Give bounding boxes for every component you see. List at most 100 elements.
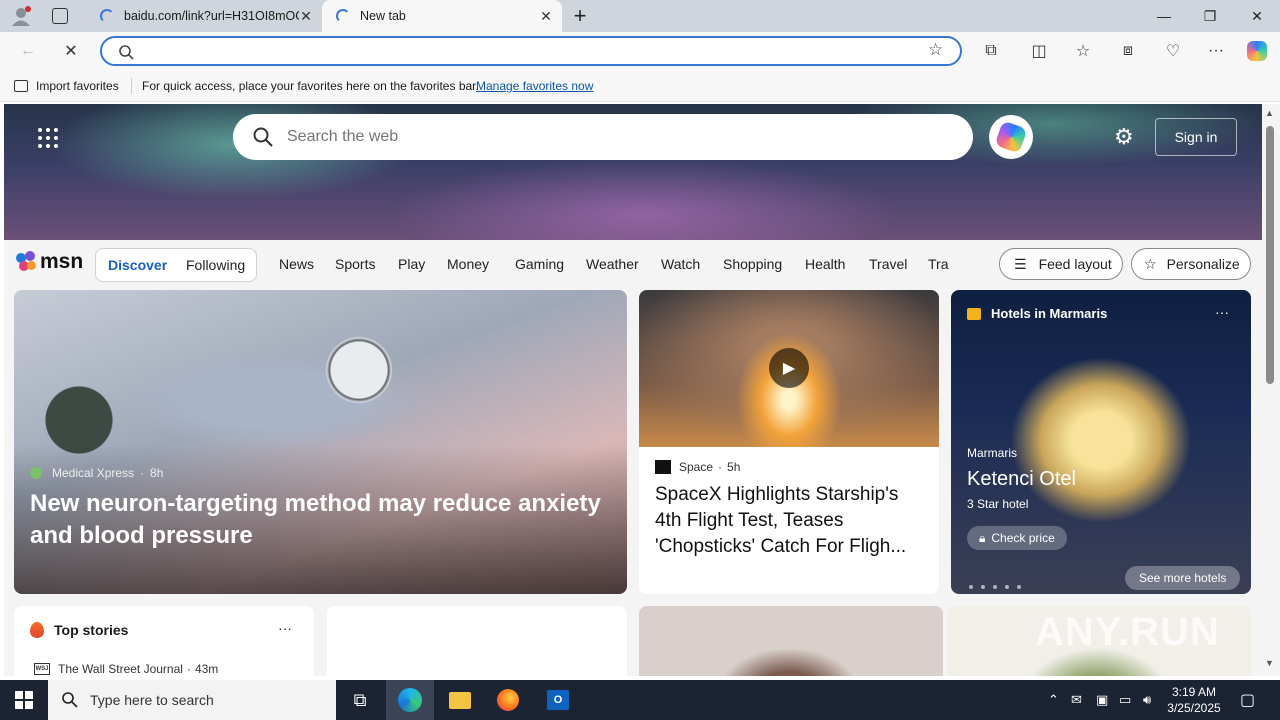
scroll-down-icon[interactable]: ▼ <box>1265 658 1274 668</box>
feed-layout-button[interactable]: ☰ Feed layout <box>999 248 1123 280</box>
split-screen-icon[interactable]: ◫ <box>1026 39 1052 63</box>
browser-essentials-icon[interactable]: ♡ <box>1160 39 1186 63</box>
manage-favorites-link[interactable]: Manage favorites now <box>476 79 593 93</box>
sign-in-button[interactable]: Sign in <box>1155 118 1237 156</box>
copilot-logo-icon <box>994 120 1028 154</box>
msn-butterfly-icon <box>16 251 38 273</box>
import-favorites-button[interactable]: Import favorites <box>14 79 119 93</box>
close-window-button[interactable]: ✕ <box>1234 0 1280 32</box>
story-headline[interactable]: New neuron-targeting method may reduce a… <box>30 488 610 552</box>
category-health[interactable]: Health <box>805 256 845 272</box>
feed-toggle: Discover Following <box>95 248 257 282</box>
back-icon[interactable]: ← <box>15 39 41 63</box>
notifications-icon[interactable]: ▢ <box>1240 690 1255 710</box>
address-input[interactable] <box>148 42 908 60</box>
tab-following[interactable]: Following <box>186 257 245 273</box>
hotels-title: Hotels in Marmaris <box>991 306 1108 321</box>
msn-logo[interactable]: msn <box>16 250 83 274</box>
new-tab-button[interactable]: + <box>570 3 590 29</box>
volume-icon[interactable]: 🔊︎ <box>1143 692 1151 708</box>
hotel-name[interactable]: Ketenci Otel <box>967 468 1076 491</box>
check-price-button[interactable]: 🔒︎ Check price <box>967 526 1067 550</box>
play-icon[interactable]: ▶ <box>769 348 809 388</box>
network-icon[interactable]: ▭ <box>1119 692 1131 708</box>
tab-discover[interactable]: Discover <box>108 257 167 273</box>
lead-story-card[interactable]: Medical Xpress · 8h New neuron-targeting… <box>14 290 627 594</box>
category-truncated[interactable]: Tra <box>928 256 950 272</box>
story-image: ▶ <box>639 290 939 447</box>
task-view-icon[interactable]: ⧉ <box>336 680 384 720</box>
top-story-source[interactable]: WSJ The Wall Street Journal · 43m <box>34 662 218 676</box>
web-search-input[interactable] <box>287 126 947 148</box>
close-tab-icon[interactable]: ✕ <box>538 8 554 24</box>
address-bar[interactable]: ☆ <box>100 36 962 66</box>
start-button[interactable] <box>0 680 48 720</box>
search-icon <box>62 692 78 708</box>
more-menu-icon[interactable]: ··· <box>1203 39 1229 63</box>
tab-title: baidu.com/link?url=H31OI8mOG <box>124 9 299 23</box>
top-stories-title: Top stories <box>54 622 129 638</box>
category-watch[interactable]: Watch <box>661 256 700 272</box>
copilot-icon[interactable] <box>1244 39 1270 63</box>
category-shopping[interactable]: Shopping <box>723 256 782 272</box>
source-name: Space <box>679 460 714 474</box>
stop-loading-icon[interactable]: ✕ <box>58 39 84 63</box>
loading-icon <box>100 9 114 23</box>
category-gaming[interactable]: Gaming <box>515 256 564 272</box>
outlook-tray-icon[interactable]: ✉ <box>1071 692 1082 708</box>
category-play[interactable]: Play <box>398 256 425 272</box>
story-age: 8h <box>150 466 164 480</box>
source-logo-icon <box>655 460 671 474</box>
extensions-icon[interactable]: ⧉ <box>978 39 1004 63</box>
story-headline[interactable]: SpaceX Highlights Starship's 4th Flight … <box>655 482 927 560</box>
category-news[interactable]: News <box>279 256 314 272</box>
profile-icon[interactable] <box>10 6 32 26</box>
hotel-rating: 3 Star hotel <box>967 497 1029 511</box>
scrollbar-thumb[interactable] <box>1266 126 1274 384</box>
firefox-icon[interactable] <box>484 680 532 720</box>
tab-actions-icon[interactable] <box>52 8 68 24</box>
category-travel[interactable]: Travel <box>869 256 907 272</box>
taskbar-search[interactable]: Type here to search <box>48 680 336 720</box>
web-search-box[interactable] <box>233 114 973 160</box>
edge-app-icon[interactable] <box>386 680 434 720</box>
msn-wordmark: msn <box>40 250 84 273</box>
tab-new-tab[interactable]: New tab ✕ <box>322 0 562 32</box>
scroll-up-icon[interactable]: ▲ <box>1265 108 1274 118</box>
clock-time: 3:19 AM <box>1171 685 1217 699</box>
outlook-icon[interactable]: O <box>534 680 582 720</box>
favorites-icon[interactable]: ☆ <box>1070 39 1096 63</box>
tab-title: New tab <box>360 9 406 23</box>
category-sports[interactable]: Sports <box>335 256 375 272</box>
favorite-star-icon[interactable]: ☆ <box>928 40 943 60</box>
category-money[interactable]: Money <box>447 256 489 272</box>
tray-overflow-icon[interactable]: ⌃ <box>1048 692 1059 708</box>
new-tab-page: ⚙ Sign in msn Discover Following News Sp… <box>4 104 1262 676</box>
video-story-card[interactable]: ▶ Space · 5h SpaceX Highlights Starship'… <box>639 290 939 594</box>
clock[interactable]: 3:19 AM 3/25/2025 <box>1164 684 1224 716</box>
favorites-hint: For quick access, place your favorites h… <box>142 79 479 93</box>
app-launcher-icon[interactable] <box>38 128 58 148</box>
minimize-button[interactable]: — <box>1141 0 1187 32</box>
tab-baidu[interactable]: baidu.com/link?url=H31OI8mOG ✕ <box>86 0 322 32</box>
device-tray-icon[interactable]: ▣ <box>1096 692 1108 708</box>
copilot-button[interactable] <box>989 115 1033 159</box>
personalize-button[interactable]: ☆ Personalize <box>1131 248 1251 280</box>
hotels-card[interactable]: Hotels in Marmaris ··· Marmaris Ketenci … <box>951 290 1251 594</box>
more-options-icon[interactable]: ··· <box>1215 304 1229 320</box>
story-age: 43m <box>194 662 219 676</box>
msn-feed-nav: msn Discover Following News Sports Play … <box>4 240 1262 290</box>
more-options-icon[interactable]: ··· <box>278 620 292 636</box>
story-card-image[interactable] <box>639 606 943 676</box>
restore-button[interactable]: ❐ <box>1187 0 1233 32</box>
hotels-header: Hotels in Marmaris <box>967 306 1107 321</box>
close-tab-icon[interactable]: ✕ <box>298 8 314 24</box>
see-more-hotels-button[interactable]: See more hotels <box>1125 566 1241 590</box>
taskbar: Type here to search ⧉ O ⌃ ✉ ▣ ▭ 🔊︎ 3:19 … <box>0 680 1280 720</box>
vertical-scrollbar[interactable]: ▲ ▼ <box>1262 104 1280 676</box>
category-weather[interactable]: Weather <box>586 256 639 272</box>
collections-icon[interactable]: ⧈ <box>1115 39 1141 63</box>
settings-gear-icon[interactable]: ⚙ <box>1114 124 1134 150</box>
carousel-dots[interactable] <box>969 576 1029 594</box>
file-explorer-icon[interactable] <box>436 680 484 720</box>
